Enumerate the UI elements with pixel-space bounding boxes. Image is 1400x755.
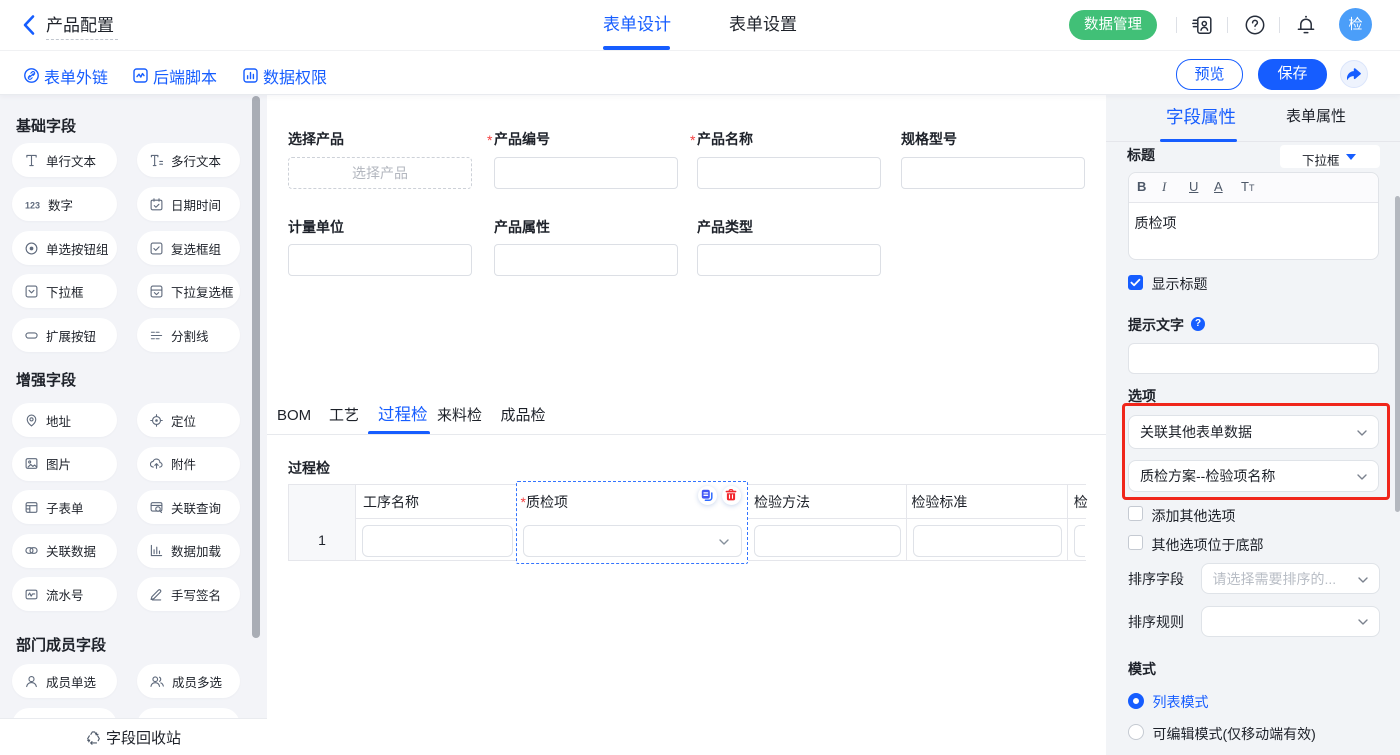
svg-text:123: 123 <box>25 200 40 210</box>
